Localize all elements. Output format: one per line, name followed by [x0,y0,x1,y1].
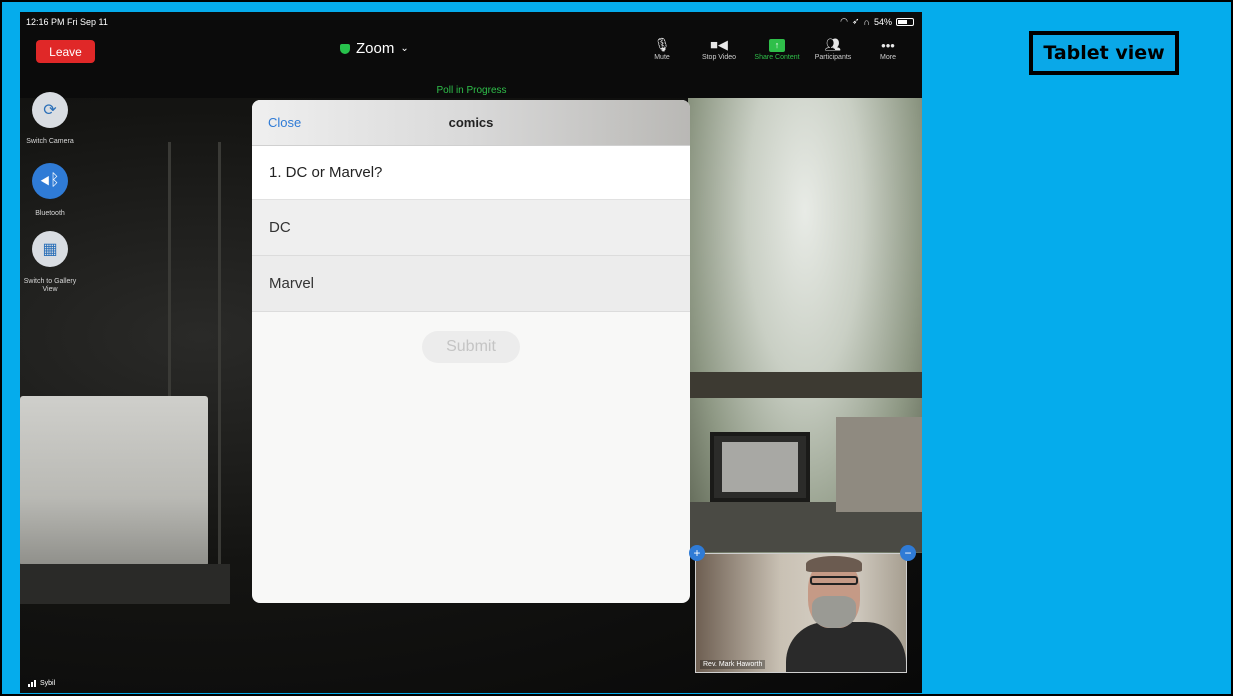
gallery-view-label: Switch to Gallery View [23,278,77,293]
video-background-detail [20,396,208,566]
microphone-icon: 🎙︎ [653,37,671,52]
switch-camera-button[interactable]: ⟳ [32,92,68,128]
expand-view-icon[interactable]: + [689,545,705,561]
meeting-title-text: Zoom [356,40,395,57]
stop-video-label: Stop Video [701,54,737,61]
video-background-detail [710,432,810,502]
bluetooth-audio-button[interactable]: ◀ᛒ [32,163,68,199]
battery-icon [896,17,914,26]
wifi-icon: ◠ [840,16,848,26]
signal-bars-icon [28,680,36,687]
participants-icon: 👥︎ [824,37,842,52]
meeting-title[interactable]: Zoom ⌄ [340,40,409,57]
switch-camera-label: Switch Camera [26,138,74,145]
self-view-video[interactable]: Rev. Mark Haworth [695,553,907,673]
headphones-icon: ∩ [863,16,870,27]
chevron-down-icon: ⌄ [400,43,409,54]
stop-video-button[interactable]: ■◀ Stop Video [689,36,749,61]
more-label: More [880,54,896,61]
video-camera-icon: ■◀ [710,37,728,52]
bluetooth-audio-icon: ◀ᛒ [40,172,60,189]
more-button[interactable]: ••• More [858,36,918,62]
mute-button[interactable]: 🎙︎ Mute [632,36,692,61]
network-name: Sybil [40,680,56,687]
leave-button[interactable]: Leave [36,40,95,63]
network-indicator: Sybil [28,680,55,687]
ipad-screen: 12:16 PM Fri Sep 11 ◠ ➶ ∩ 54% Leave Zoom… [20,12,922,693]
tablet-view-label: Tablet view [1029,31,1179,75]
submit-button[interactable]: Submit [422,331,520,363]
video-background-detail [218,142,221,592]
video-background-detail [20,564,230,604]
participant-name: Rev. Mark Haworth [700,660,766,669]
mute-label: Mute [654,54,670,61]
switch-camera-icon: ⟳ [43,102,57,119]
poll-option-marvel[interactable]: Marvel [252,256,690,312]
more-dots-icon: ••• [881,37,895,53]
poll-header: Close comics [252,100,690,146]
security-shield-icon [340,43,350,54]
slide-background: Tablet view 12:16 PM Fri Sep 11 ◠ ➶ ∩ 54… [0,0,1233,696]
share-content-label: Share Content [754,54,800,61]
poll-dialog: Close comics 1. DC or Marvel? DC Marvel … [252,100,690,603]
bluetooth-label: Bluetooth [35,210,65,217]
gallery-view-button[interactable]: ▦ [32,231,68,267]
poll-in-progress-label: Poll in Progress [436,85,507,96]
video-background-detail [836,417,922,512]
poll-title: comics [448,115,494,130]
participants-label: Participants [814,54,852,61]
status-time: 12:16 PM Fri Sep 11 [26,17,108,27]
share-screen-icon: ↑ [769,36,785,54]
status-indicators: ◠ ➶ ∩ 54% [840,16,914,27]
video-background-detail [688,372,922,398]
share-content-button[interactable]: ↑ Share Content [747,36,807,61]
gallery-grid-icon: ▦ [42,241,58,258]
minimize-view-icon[interactable]: − [900,545,916,561]
battery-percent: 54% [873,16,892,27]
poll-option-dc[interactable]: DC [252,200,690,256]
poll-question: 1. DC or Marvel? [252,146,690,200]
location-icon: ➶ [851,16,860,26]
participants-button[interactable]: 👥︎ Participants [803,36,863,61]
